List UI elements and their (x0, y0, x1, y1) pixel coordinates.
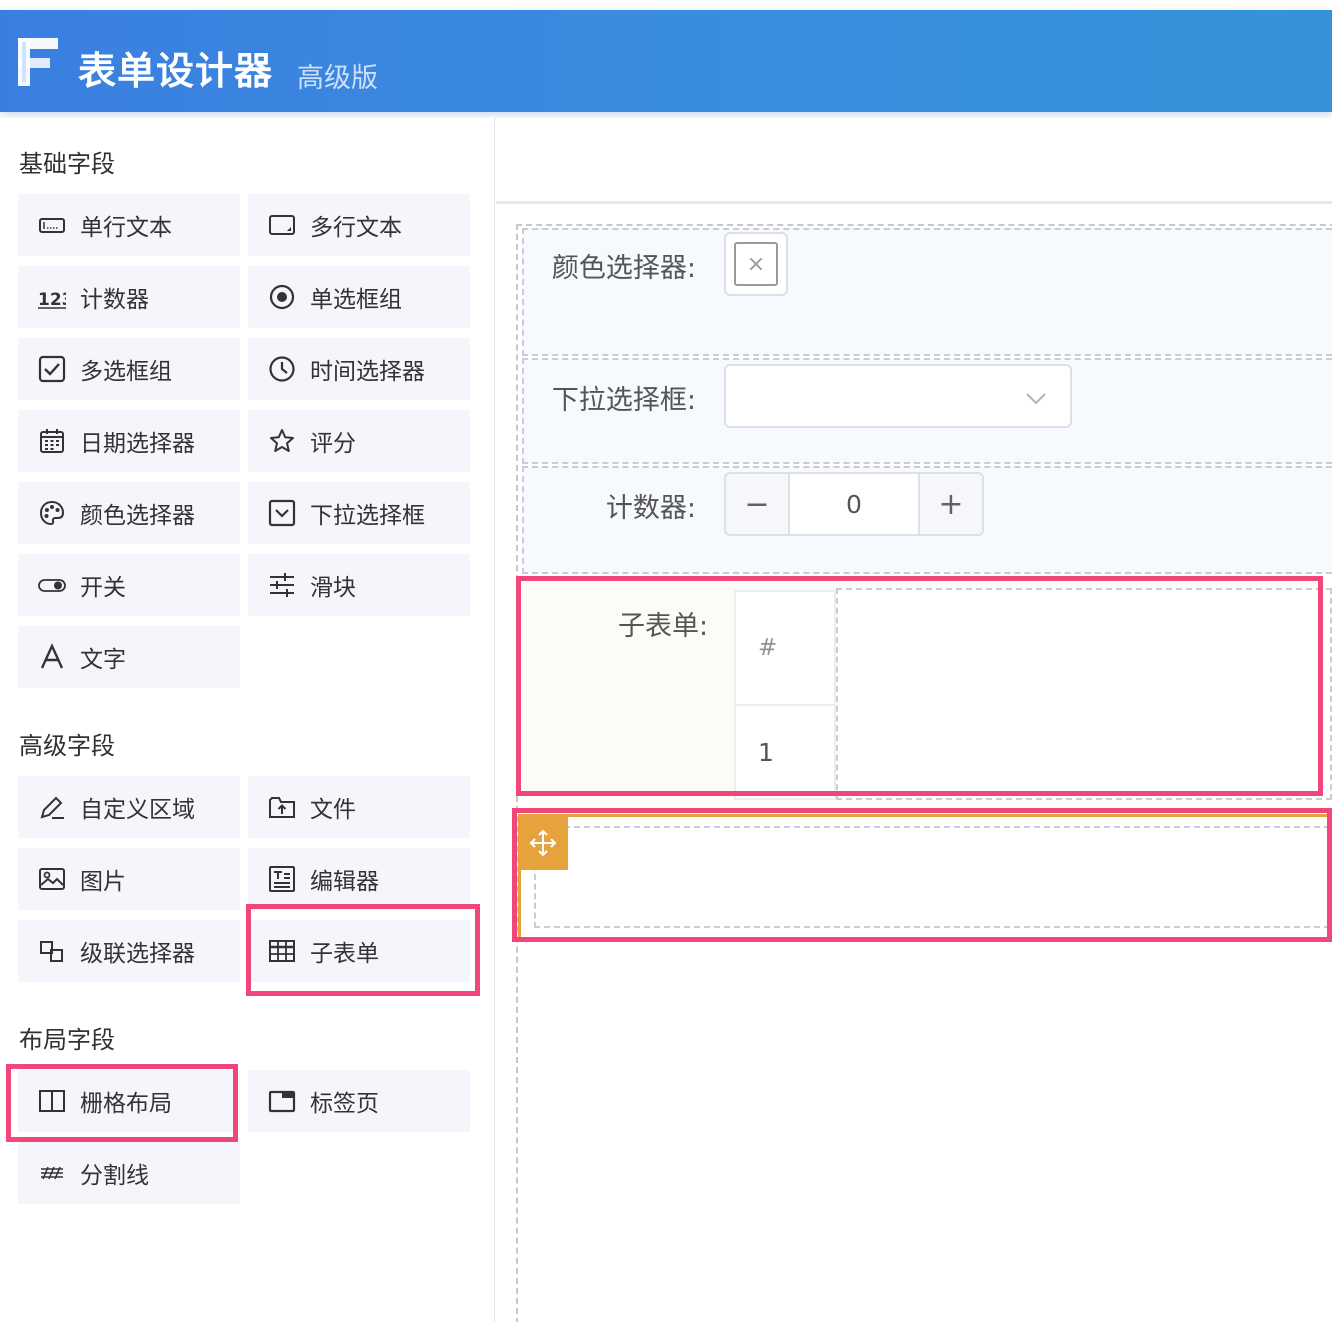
field-editor[interactable]: 编辑器 (248, 848, 470, 910)
editor-icon (268, 865, 296, 893)
palette-icon (38, 499, 66, 527)
subform-index-cell: 1 (758, 737, 774, 767)
counter-value[interactable]: 0 (790, 474, 918, 534)
counter-label: 计数器: (605, 493, 696, 524)
field-custom-area[interactable]: 自定义区域 (18, 776, 240, 838)
subform-drop-area[interactable] (836, 588, 1332, 800)
move-icon (529, 829, 557, 857)
field-text[interactable]: 文字 (18, 626, 240, 688)
field-label: 多选框组 (80, 359, 172, 385)
subform-index-column: # 1 (734, 590, 836, 800)
increment-button[interactable]: + (918, 474, 982, 534)
field-label: 标签页 (310, 1091, 379, 1117)
select-label: 下拉选择框: (551, 385, 696, 416)
field-switch[interactable]: 开关 (18, 554, 240, 616)
calendar-icon (38, 427, 66, 455)
field-label: 日期选择器 (80, 431, 195, 457)
field-label: 下拉选择框 (310, 503, 425, 529)
logo-icon (18, 38, 58, 86)
field-label: 滑块 (310, 575, 356, 601)
field-tabs[interactable]: 标签页 (248, 1070, 470, 1132)
field-label: 单选框组 (310, 287, 402, 313)
field-single-line-text[interactable]: 单行文本 (18, 194, 240, 256)
field-label: 分割线 (80, 1163, 149, 1189)
clock-icon (268, 355, 296, 383)
field-slider[interactable]: 滑块 (248, 554, 470, 616)
field-radio-group[interactable]: 单选框组 (248, 266, 470, 328)
field-select[interactable]: 下拉选择框 (248, 482, 470, 544)
field-rating[interactable]: 评分 (248, 410, 470, 472)
field-color-picker[interactable]: 颜色选择器 (18, 482, 240, 544)
field-counter[interactable]: 123 计数器 (18, 266, 240, 328)
tabs-icon (268, 1087, 296, 1115)
field-label: 文字 (80, 647, 126, 673)
field-label: 评分 (310, 431, 356, 457)
app-header: 表单设计器 高级版 (0, 10, 1332, 112)
grid-icon (38, 1087, 66, 1115)
field-date-picker[interactable]: 日期选择器 (18, 410, 240, 472)
field-label: 级联选择器 (80, 941, 195, 967)
text-icon (38, 643, 66, 671)
field-label: 单行文本 (80, 215, 172, 241)
section-title-basic: 基础字段 (19, 150, 115, 178)
image-icon (38, 865, 66, 893)
canvas-toolbar (496, 118, 1332, 204)
section-title-advanced: 高级字段 (19, 732, 115, 760)
field-label: 栅格布局 (80, 1091, 172, 1117)
field-label: 计数器 (80, 287, 149, 313)
field-label: 时间选择器 (310, 359, 425, 385)
field-label: 子表单 (310, 941, 379, 967)
color-picker-trigger[interactable]: × (724, 232, 788, 296)
app-title: 表单设计器 (78, 49, 274, 93)
divider-icon (38, 1159, 66, 1187)
radio-icon (268, 283, 296, 311)
chevron-down-icon (1026, 393, 1046, 405)
number-123-icon: 123 (38, 283, 66, 311)
field-label: 文件 (310, 797, 356, 823)
field-grid-layout[interactable]: 栅格布局 (18, 1070, 240, 1132)
field-checkbox-group[interactable]: 多选框组 (18, 338, 240, 400)
subform-index-header: # (736, 592, 834, 706)
field-image[interactable]: 图片 (18, 848, 240, 910)
switch-icon (38, 571, 66, 599)
field-label: 编辑器 (310, 869, 379, 895)
edition-badge: 高级版 (297, 63, 378, 94)
field-multi-line-text[interactable]: 多行文本 (248, 194, 470, 256)
checkbox-icon (38, 355, 66, 383)
select-input[interactable] (724, 364, 1072, 428)
folder-upload-icon (268, 793, 296, 821)
textarea-icon (268, 211, 296, 239)
decrement-button[interactable]: − (726, 474, 790, 534)
counter-stepper[interactable]: − 0 + (724, 472, 984, 536)
field-cascader[interactable]: 级联选择器 (18, 920, 240, 982)
section-title-layout: 布局字段 (19, 1026, 115, 1054)
close-icon: × (734, 242, 778, 286)
select-icon (268, 499, 296, 527)
field-divider[interactable]: 分割线 (18, 1142, 240, 1204)
slider-icon (268, 571, 296, 599)
star-icon (268, 427, 296, 455)
edit-icon (38, 793, 66, 821)
field-label: 图片 (80, 869, 126, 895)
field-file[interactable]: 文件 (248, 776, 470, 838)
grid-column-drop-area[interactable] (534, 826, 1330, 928)
field-time-picker[interactable]: 时间选择器 (248, 338, 470, 400)
field-label: 开关 (80, 575, 126, 601)
field-label: 多行文本 (310, 215, 402, 241)
field-subform[interactable]: 子表单 (248, 920, 470, 982)
input-icon (38, 211, 66, 239)
table-icon (268, 937, 296, 965)
subform-label: 子表单: (618, 611, 709, 642)
cascader-icon (38, 937, 66, 965)
field-label: 自定义区域 (80, 797, 195, 823)
color-picker-label: 颜色选择器: (551, 253, 696, 284)
svg-text:123: 123 (38, 290, 66, 310)
drag-handle[interactable] (518, 816, 568, 870)
field-label: 颜色选择器 (80, 503, 195, 529)
